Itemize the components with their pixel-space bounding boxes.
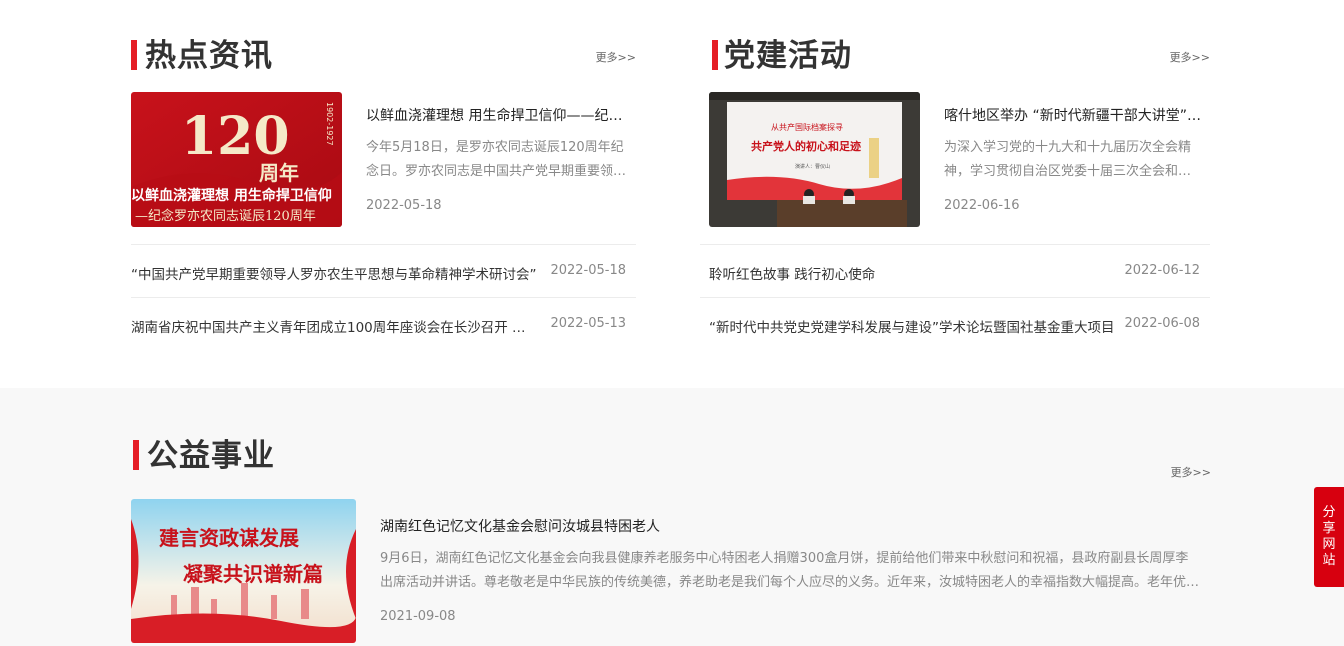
welfare-feature-image[interactable]: 建言资政谋发展 凝聚共识谱新篇 (131, 499, 356, 643)
section-bar (712, 40, 718, 70)
welfare-title: 公益事业 (147, 438, 275, 474)
list-item-title[interactable]: 湖南省庆祝中国共产主义青年团成立100周年座谈会在长沙召开 … (131, 316, 549, 336)
party-feature-text: 喀什地区举办 “新时代新疆干部大讲堂”专题讲座 为深入学习党的十九大和十九届历次… (944, 106, 1202, 213)
hot-news-feature[interactable]: 120 1902-1927 周年 以鲜血浇灌理想 用生命捍卫信仰 —纪念罗亦农同… (131, 92, 636, 227)
share-char: 网 (1322, 537, 1336, 552)
hot-news-list: “中国共产党早期重要领导人罗亦农生平思想与革命精神学术研讨会” 2022-05-… (131, 244, 636, 350)
section-bar (131, 40, 137, 70)
welfare-feature[interactable]: 建言资政谋发展 凝聚共识谱新篇 湖南红色记忆文化基金会慰问汝城县特困老人 9月6… (131, 499, 1211, 643)
hot-news-title: 热点资讯 (145, 38, 273, 74)
share-char: 享 (1322, 521, 1336, 536)
list-item[interactable]: “新时代中共党史党建学科发展与建设”学术论坛暨国社基金重大项目 2022-06-… (700, 297, 1210, 350)
share-char: 分 (1322, 505, 1336, 520)
share-char: 站 (1322, 553, 1336, 568)
party-title: 党建活动 (724, 38, 852, 74)
list-item[interactable]: 湖南省庆祝中国共产主义青年团成立100周年座谈会在长沙召开 … 2022-05-… (131, 297, 636, 350)
image-line1: 以鲜血浇灌理想 用生命捍卫信仰 (131, 187, 332, 204)
image-big-number: 120 (181, 106, 290, 167)
image-unit: 周年 (259, 161, 299, 185)
hot-news-feature-image[interactable]: 120 1902-1927 周年 以鲜血浇灌理想 用生命捍卫信仰 —纪念罗亦农同… (131, 92, 342, 227)
list-item-date: 2022-06-08 (1124, 316, 1200, 331)
welfare-feature-title[interactable]: 湖南红色记忆文化基金会慰问汝城县特困老人 (380, 517, 1201, 537)
welfare-feature-date: 2021-09-08 (380, 609, 456, 624)
party-feature[interactable]: 从共产国际档案探寻 共产党人的初心和足迹 演讲人：曹仪山 喀什地区举办 “新时代… (700, 92, 1210, 227)
list-item-date: 2022-05-18 (550, 263, 626, 278)
party-list: 聆听红色故事 践行初心使命 2022-06-12 “新时代中共党史党建学科发展与… (700, 244, 1210, 350)
party-feature-image[interactable]: 从共产国际档案探寻 共产党人的初心和足迹 演讲人：曹仪山 (709, 92, 920, 227)
image-line1: 建言资政谋发展 (159, 526, 299, 550)
hot-news-header: 热点资讯 更多>> (131, 34, 636, 78)
hot-news-feature-text: 以鲜血浇灌理想 用生命捍卫信仰——纪念罗亦农同志诞辰120周年 今年5月18日，… (366, 106, 628, 213)
list-item-title[interactable]: “中国共产党早期重要领导人罗亦农生平思想与革命精神学术研讨会” (131, 263, 549, 283)
party-header: 党建活动 更多>> (700, 34, 1210, 78)
welfare-more-link[interactable]: 更多>> (1171, 464, 1211, 480)
list-item[interactable]: “中国共产党早期重要领导人罗亦农生平思想与革命精神学术研讨会” 2022-05-… (131, 244, 636, 297)
hot-news-column: 热点资讯 更多>> 120 1902-1927 周年 以鲜血浇灌理想 用生命捍卫… (131, 34, 636, 350)
image-years: 1902-1927 (325, 102, 334, 146)
party-feature-desc: 为深入学习党的十九大和十九届历次全会精神，学习贯彻自治区党委十届三次全会和地委扩… (944, 140, 1192, 179)
share-site-button[interactable]: 分 享 网 站 (1314, 487, 1344, 587)
welfare-feature-desc: 9月6日，湖南红色记忆文化基金会向我县健康养老服务中心特困老人捐赠300盒月饼，… (380, 551, 1200, 590)
party-more-link[interactable]: 更多>> (1170, 49, 1210, 65)
welfare-header: 公益事业 更多>> (131, 436, 1211, 480)
image-line2: —纪念罗亦农同志诞辰120周年 (135, 208, 316, 224)
hot-news-feature-desc: 今年5月18日，是罗亦农同志诞辰120周年纪念日。罗亦农同志是中国共产党早期重要… (366, 140, 627, 179)
image-line3: 演讲人：曹仪山 (795, 163, 830, 170)
list-item[interactable]: 聆听红色故事 践行初心使命 2022-06-12 (700, 244, 1210, 297)
party-feature-title[interactable]: 喀什地区举办 “新时代新疆干部大讲堂”专题讲座 (944, 106, 1202, 126)
image-line2: 共产党人的初心和足迹 (751, 139, 861, 153)
hot-news-feature-date: 2022-05-18 (366, 198, 442, 213)
welfare-feature-text: 湖南红色记忆文化基金会慰问汝城县特困老人 9月6日，湖南红色记忆文化基金会向我县… (380, 517, 1201, 624)
hot-news-feature-title[interactable]: 以鲜血浇灌理想 用生命捍卫信仰——纪念罗亦农同志诞辰120周年 (366, 106, 628, 126)
party-feature-date: 2022-06-16 (944, 198, 1020, 213)
list-item-date: 2022-06-12 (1124, 263, 1200, 278)
image-line1: 从共产国际档案探寻 (771, 122, 843, 132)
list-item-title[interactable]: 聆听红色故事 践行初心使命 (709, 263, 1127, 283)
welfare-section: 公益事业 更多>> 建言资政谋发展 凝聚共识谱新篇 湖南红色记忆文化基金会慰问汝… (131, 436, 1211, 643)
section-bar (133, 440, 139, 470)
hot-news-more-link[interactable]: 更多>> (596, 49, 636, 65)
party-column: 党建活动 更多>> 从共产国际档案探寻 共产党人的初心和足迹 演讲人：曹仪山 喀… (700, 34, 1210, 350)
image-line2: 凝聚共识谱新篇 (183, 562, 323, 586)
list-item-title[interactable]: “新时代中共党史党建学科发展与建设”学术论坛暨国社基金重大项目 (709, 316, 1127, 336)
list-item-date: 2022-05-13 (550, 316, 626, 331)
